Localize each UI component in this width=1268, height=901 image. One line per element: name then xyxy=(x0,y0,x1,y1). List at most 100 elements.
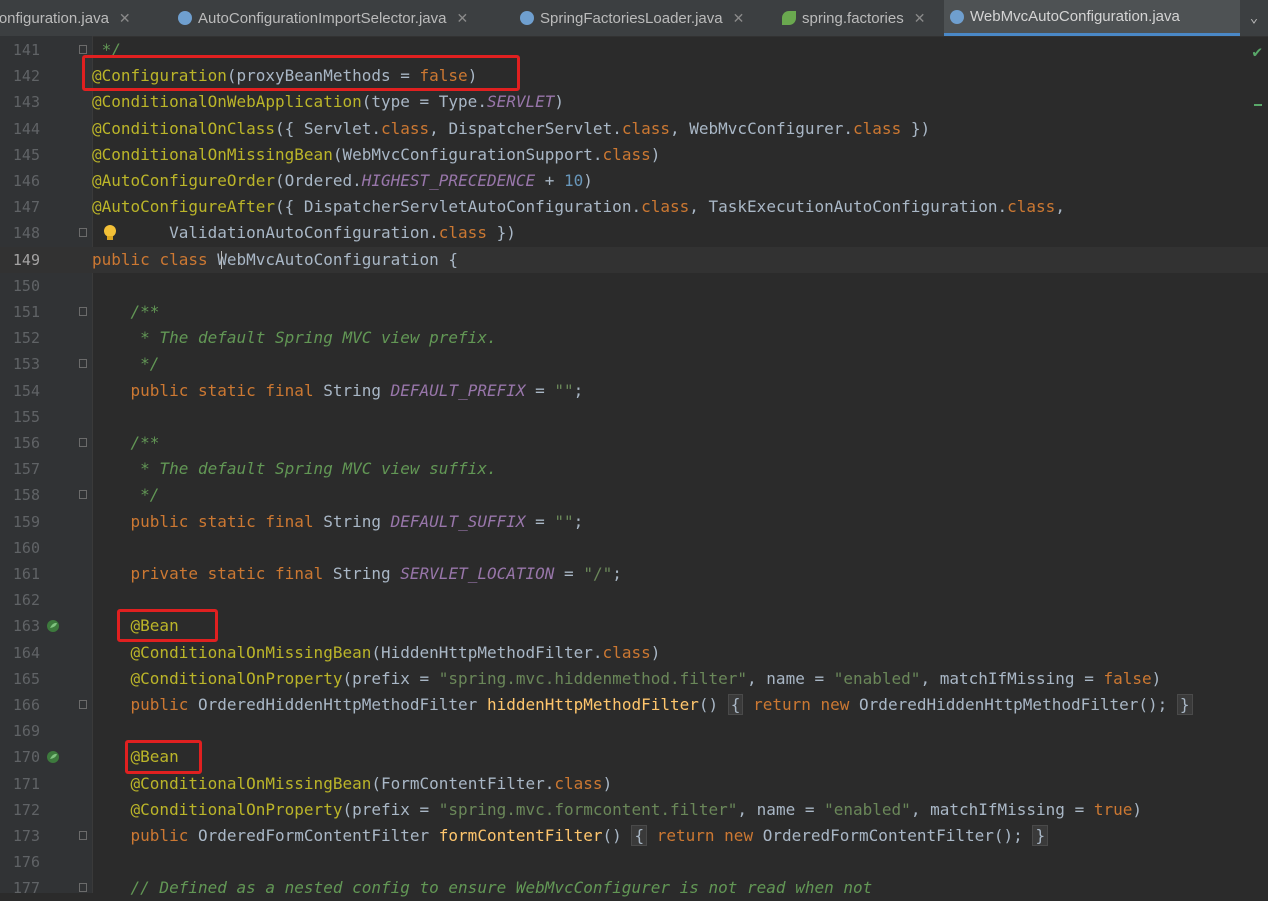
tab-webmvcautoconfiguration-java[interactable]: WebMvcAutoConfiguration.java xyxy=(944,0,1246,36)
code-line[interactable]: 151 /** xyxy=(0,299,1268,325)
editor-tab-bar: Configuration.java ✕ AutoConfigurationImpo… xyxy=(0,0,1268,37)
line-number: 158 xyxy=(12,486,40,505)
code-line[interactable]: 166 public OrderedHiddenHttpMethodFilter… xyxy=(0,692,1268,718)
code-line[interactable]: 173 public OrderedFormContentFilter form… xyxy=(0,823,1268,849)
checkmark-icon[interactable]: ✔ xyxy=(1252,42,1262,61)
fold-marker-icon[interactable] xyxy=(79,228,87,238)
code-text: private static final String SERVLET_LOCA… xyxy=(130,564,622,583)
tab-list-dropdown-button[interactable]: ⌄ xyxy=(1240,0,1268,36)
tab-autoconfigurationimportselector-java[interactable]: AutoConfigurationImportSelector.java ✕ xyxy=(172,0,508,36)
tab-label: AutoConfigurationImportSelector.java xyxy=(198,9,447,27)
fold-marker-icon[interactable] xyxy=(79,359,87,369)
code-line[interactable]: 148 ValidationAutoConfiguration.class }) xyxy=(0,220,1268,246)
code-text: public static final String DEFAULT_SUFFI… xyxy=(130,511,584,531)
fold-marker-icon[interactable] xyxy=(79,883,87,893)
tab-label: WebMvcAutoConfiguration.java xyxy=(970,8,1180,25)
scrollbar-marker[interactable] xyxy=(1254,104,1262,106)
line-number: 156 xyxy=(12,434,40,452)
close-icon[interactable]: ✕ xyxy=(914,10,926,27)
code-text: @ConditionalOnMissingBean(WebMvcConfigur… xyxy=(92,144,661,164)
line-number: 144 xyxy=(12,119,40,138)
code-line[interactable]: 145 @ConditionalOnMissingBean(WebMvcConfi… xyxy=(0,142,1268,168)
code-line[interactable]: 165 @ConditionalOnProperty(prefix = "spr… xyxy=(0,666,1268,692)
code-text: public class WebMvcAutoConfiguration { xyxy=(92,249,459,269)
close-icon[interactable]: ✕ xyxy=(733,10,745,27)
line-number: 143 xyxy=(12,93,40,112)
fold-marker-icon[interactable] xyxy=(79,307,87,316)
spring-bean-gutter-icon[interactable] xyxy=(46,619,60,633)
fold-marker-icon[interactable] xyxy=(79,831,87,840)
code-text: @ConditionalOnMissingBean(FormContentFil… xyxy=(130,773,613,793)
tab-spring-factories[interactable]: spring.factories ✕ xyxy=(776,0,950,36)
code-line[interactable]: 176 xyxy=(0,849,1268,875)
code-line[interactable]: 149 public class WebMvcAutoConfiguration … xyxy=(0,246,1268,273)
code-text: */ xyxy=(92,354,160,374)
line-number: 176 xyxy=(12,853,40,872)
fold-marker-icon[interactable] xyxy=(79,45,87,54)
code-line[interactable]: 150 xyxy=(0,273,1268,299)
tab-label: Configuration.java xyxy=(0,9,109,27)
line-number: 149 xyxy=(12,250,40,269)
code-text: /** xyxy=(92,433,160,452)
line-number: 170 xyxy=(12,748,40,767)
line-number: 147 xyxy=(12,198,40,217)
code-line[interactable]: 164 @ConditionalOnMissingBean(HiddenHttp… xyxy=(0,640,1268,666)
code-line[interactable]: 158 */ xyxy=(0,482,1268,508)
line-number: 165 xyxy=(12,669,40,688)
code-text: public OrderedHiddenHttpMethodFilter hid… xyxy=(92,692,1193,718)
line-number: 151 xyxy=(12,303,40,321)
spring-leaf-icon xyxy=(782,11,796,25)
line-number: 177 xyxy=(12,879,40,898)
code-line[interactable]: 152 * The default Spring MVC view prefix… xyxy=(0,325,1268,351)
line-number: 171 xyxy=(12,774,40,793)
line-number: 142 xyxy=(12,67,40,86)
code-line[interactable]: 146 @AutoConfigureOrder(Ordered.HIGHEST_P… xyxy=(0,168,1268,194)
highlight-box-bean-1 xyxy=(117,609,218,642)
line-number: 161 xyxy=(12,565,40,583)
code-line[interactable]: 143 @ConditionalOnWebApplication(type = T… xyxy=(0,89,1268,115)
code-text: ValidationAutoConfiguration.class }) xyxy=(92,223,516,243)
code-line[interactable]: 161 private static final String SERVLET_… xyxy=(0,561,1268,587)
code-line[interactable]: 154 public static final String DEFAULT_P… xyxy=(0,378,1268,404)
code-line[interactable]: 144 @ConditionalOnClass({ Servlet.class, … xyxy=(0,116,1268,142)
close-icon[interactable]: ✕ xyxy=(456,10,468,27)
code-line[interactable]: 172 @ConditionalOnProperty(prefix = "spr… xyxy=(0,797,1268,823)
code-text: @ConditionalOnClass({ Servlet.class, Dis… xyxy=(92,118,931,138)
code-text: */ xyxy=(92,485,160,505)
chevron-down-icon: ⌄ xyxy=(1249,10,1259,26)
code-line[interactable]: 147 @AutoConfigureAfter({ DispatcherServl… xyxy=(0,194,1268,220)
highlight-box-bean-2 xyxy=(125,740,202,774)
tab-configuration-java[interactable]: Configuration.java ✕ xyxy=(0,0,160,36)
code-line[interactable]: 171 @ConditionalOnMissingBean(FormConten… xyxy=(0,771,1268,797)
code-line[interactable]: 155 xyxy=(0,404,1268,430)
fold-marker-icon[interactable] xyxy=(79,438,87,447)
java-class-icon xyxy=(178,11,192,25)
line-number: 145 xyxy=(12,145,40,164)
line-number: 162 xyxy=(12,591,40,610)
fold-marker-icon[interactable] xyxy=(79,490,87,500)
code-line[interactable]: 160 xyxy=(0,535,1268,561)
tab-springfactoriesloader-java[interactable]: SpringFactoriesLoader.java ✕ xyxy=(514,0,782,36)
line-number: 166 xyxy=(12,696,40,714)
line-number: 146 xyxy=(12,172,40,190)
code-text: @AutoConfigureAfter({ DispatcherServletA… xyxy=(92,197,1065,217)
line-number: 164 xyxy=(12,643,40,662)
line-number: 173 xyxy=(12,827,40,845)
line-number: 160 xyxy=(12,538,40,557)
code-text: /** xyxy=(92,302,160,321)
fold-marker-icon[interactable] xyxy=(79,700,87,709)
code-line[interactable]: 153 */ xyxy=(0,351,1268,377)
line-number: 169 xyxy=(12,722,40,741)
code-line[interactable]: 157 * The default Spring MVC view suffix… xyxy=(0,456,1268,482)
code-line[interactable]: 159 public static final String DEFAULT_S… xyxy=(0,509,1268,535)
close-icon[interactable]: ✕ xyxy=(119,10,131,27)
line-number: 172 xyxy=(12,800,40,819)
code-line[interactable]: 156 /** xyxy=(0,430,1268,456)
code-line[interactable]: 177 // Defined as a nested config to ens… xyxy=(0,875,1268,901)
highlight-box-configuration xyxy=(82,55,520,91)
code-text: * The default Spring MVC view suffix. xyxy=(92,459,497,479)
spring-bean-gutter-icon[interactable] xyxy=(46,750,60,764)
code-text: public OrderedFormContentFilter formCont… xyxy=(92,823,1049,849)
line-number: 159 xyxy=(12,512,40,531)
line-number: 148 xyxy=(12,224,40,243)
